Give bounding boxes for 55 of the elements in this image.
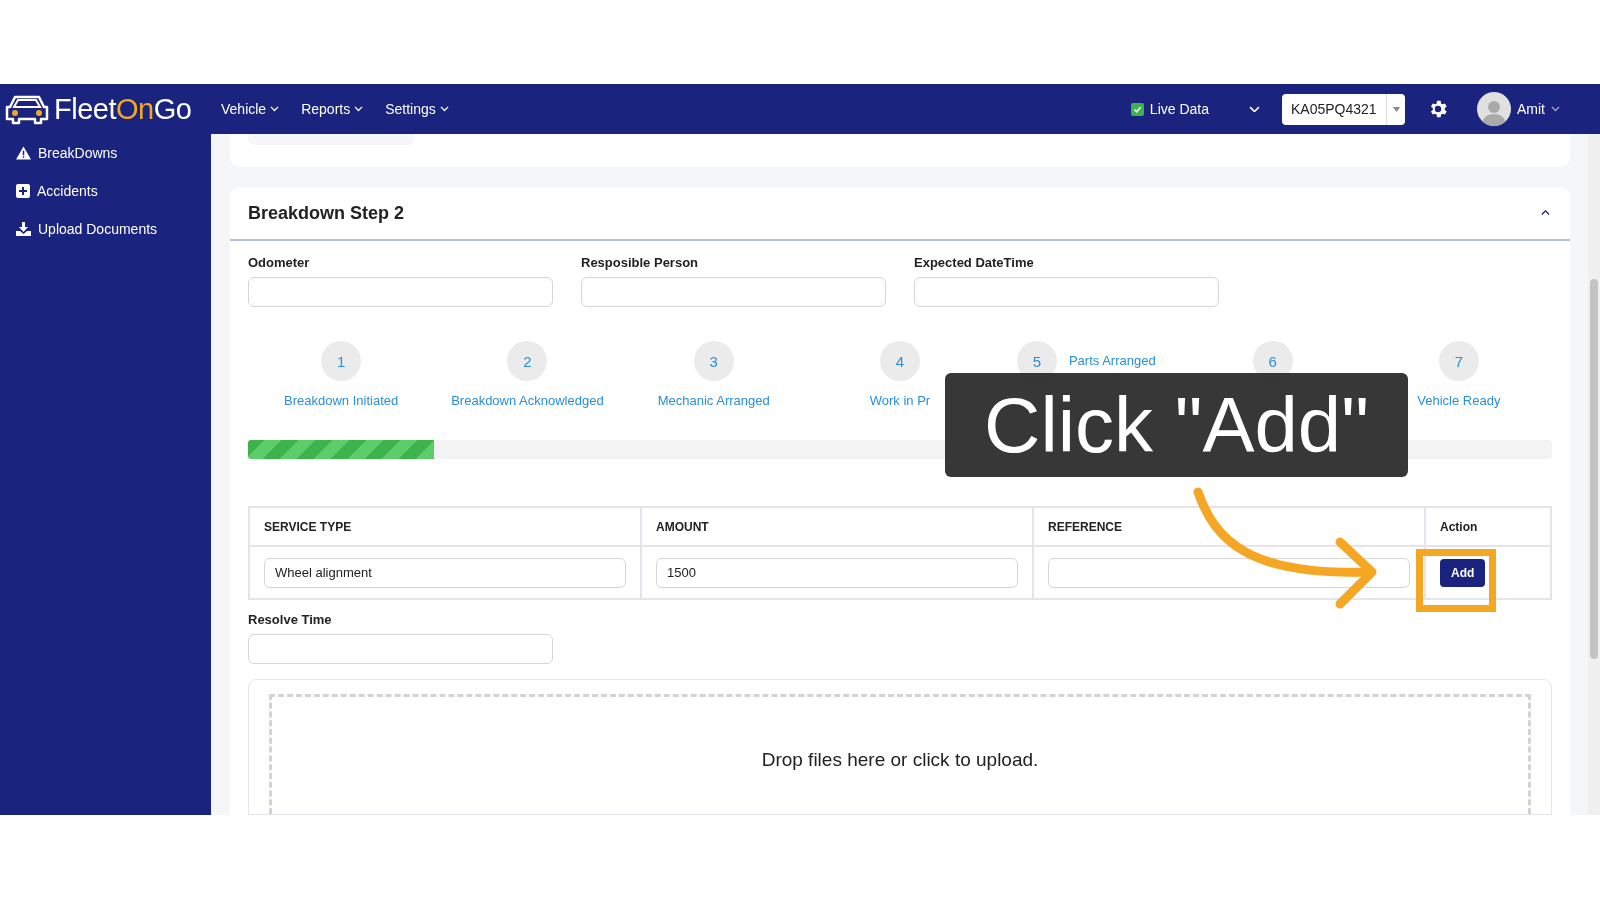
plus-square-icon	[16, 184, 30, 198]
car-icon	[4, 93, 50, 125]
step-label[interactable]: Breakdown Initiated	[284, 393, 399, 408]
step-label[interactable]: Work in Pr	[869, 393, 931, 408]
card-title: Breakdown Step 2	[248, 202, 405, 224]
sidebar-item[interactable]: Upload Documents	[0, 210, 211, 248]
column-header: Action	[1425, 507, 1551, 546]
add-button[interactable]: Add	[1440, 558, 1486, 587]
input-field[interactable]: 1500	[656, 557, 1018, 588]
logo-text: FleetOnGo	[54, 92, 192, 126]
nav-menu[interactable]: Reports	[301, 101, 364, 117]
scrollbar[interactable]	[1588, 134, 1600, 815]
scrollbar-thumb[interactable]	[1590, 279, 1598, 659]
collapse-caret-icon[interactable]	[1541, 210, 1550, 216]
field-label: Resolve Time	[248, 612, 333, 627]
step-number: 7	[1438, 341, 1479, 381]
vehicle-select[interactable]: KA05PQ4321	[1282, 93, 1405, 125]
caret-icon	[354, 106, 364, 112]
step-number: 3	[693, 341, 734, 381]
download-icon	[16, 222, 31, 236]
step-number: 2	[507, 341, 548, 381]
warning-icon	[16, 146, 31, 160]
step-label[interactable]: Parts Arranged	[1068, 353, 1156, 368]
caret-icon	[1392, 106, 1400, 112]
step-number: 1	[321, 341, 362, 381]
live-data-label: Live Data	[1149, 101, 1209, 117]
caret-icon	[439, 106, 449, 112]
caret-icon	[270, 106, 280, 112]
input-field[interactable]: Wheel alignment	[264, 557, 626, 588]
sidebar-item[interactable]: Accidents	[0, 172, 211, 210]
step-label[interactable]: Mechanic Arranged	[657, 393, 770, 408]
input-field[interactable]	[248, 634, 553, 664]
nav-menu[interactable]: Settings	[385, 101, 449, 117]
live-data-checkbox[interactable]	[1130, 102, 1144, 116]
step-label[interactable]: Breakdown Acknowledged	[451, 393, 604, 408]
step-number: 4	[880, 341, 920, 381]
column-header: SERVICE TYPE	[249, 507, 641, 546]
field-label: Odometer	[248, 255, 311, 270]
column-header: REFERENCE	[1033, 507, 1425, 546]
column-header: AMOUNT	[641, 507, 1033, 546]
input-field[interactable]	[914, 277, 1219, 307]
input-field[interactable]	[581, 277, 886, 307]
sidebar-item[interactable]: BreakDowns	[0, 134, 211, 172]
input-field[interactable]	[248, 277, 553, 307]
avatar-icon	[1477, 92, 1511, 126]
field-label: Resposible Person	[581, 255, 700, 270]
caret-icon	[1551, 106, 1560, 112]
step-label[interactable]: Vehicle Ready	[1417, 393, 1501, 408]
field-label: Expected DateTime	[914, 255, 1035, 270]
caret-icon[interactable]	[1249, 105, 1260, 113]
dropzone-text: Drop files here or click to upload.	[761, 749, 1039, 772]
tutorial-tooltip: Click "Add"	[945, 373, 1408, 477]
upload-dropzone[interactable]: Drop files here or click to upload.	[269, 694, 1531, 814]
nav-menu[interactable]: Vehicle	[221, 101, 280, 117]
user-menu[interactable]: Amit	[1477, 92, 1560, 126]
